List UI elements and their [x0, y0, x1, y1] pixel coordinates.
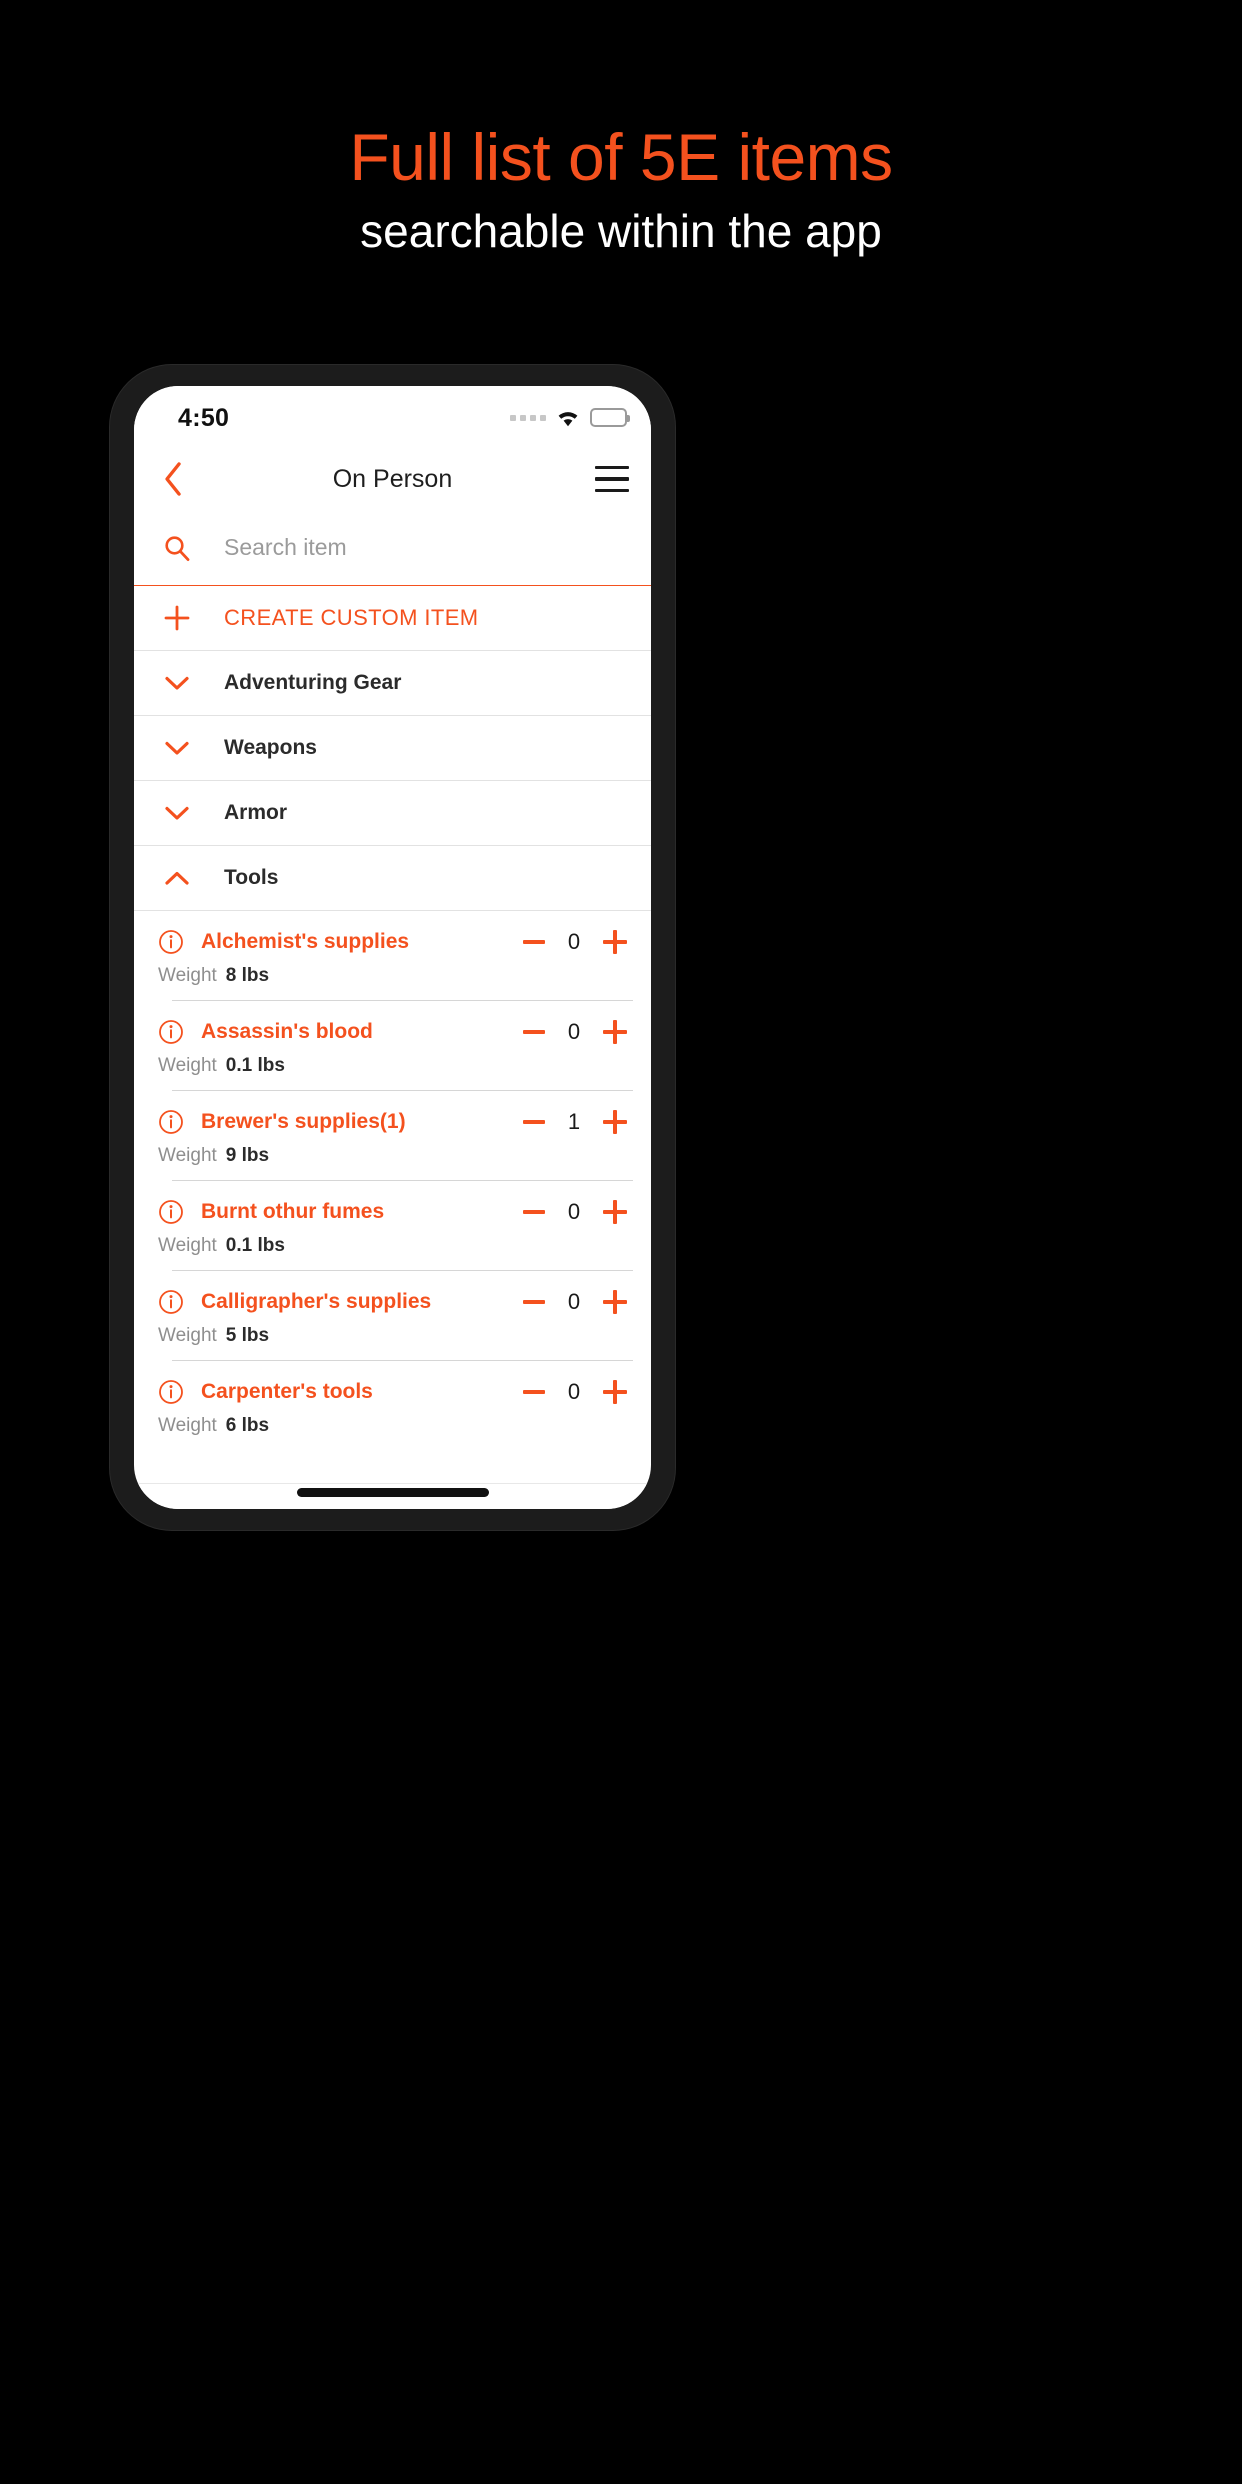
item-count: 0 — [567, 929, 581, 954]
item-count: 0 — [567, 1289, 581, 1314]
chevron-down-icon — [158, 675, 196, 692]
item-weight-label: Weight — [158, 1415, 217, 1436]
item-name: Burnt othur fumes — [201, 1200, 385, 1223]
item-weight-value: 0.1 lbs — [225, 1055, 285, 1076]
chevron-left-icon — [165, 462, 181, 496]
quantity-stepper: 0 — [523, 929, 627, 955]
signal-dots-icon — [510, 414, 546, 421]
item-name: Carpenter's tools — [201, 1380, 373, 1403]
item-weight: Weight 5 lbs — [158, 1325, 627, 1347]
back-button[interactable] — [150, 456, 196, 502]
item-weight-label: Weight — [158, 965, 217, 986]
plus-icon[interactable] — [603, 1110, 627, 1134]
create-custom-item-button[interactable]: CREATE CUSTOM ITEM — [134, 586, 651, 651]
plus-icon[interactable] — [603, 930, 627, 954]
quantity-stepper: 1 — [523, 1109, 627, 1135]
item-weight-value: 9 lbs — [225, 1145, 270, 1166]
status-bar-time: 4:50 — [178, 404, 230, 432]
item-weight: Weight 6 lbs — [158, 1415, 627, 1437]
plus-icon[interactable] — [603, 1020, 627, 1044]
info-circle-icon[interactable] — [158, 1379, 184, 1405]
minus-icon[interactable] — [523, 1390, 545, 1394]
list-item[interactable]: Burnt othur fumes 0 Weight 0.1 lbs — [134, 1181, 651, 1271]
promo-subheadline: searchable within the app — [360, 205, 882, 257]
item-weight-value: 6 lbs — [225, 1415, 270, 1436]
info-circle-icon[interactable] — [158, 1199, 184, 1225]
phone-screen: 4:50 On Person Search item CREATE CUSTOM… — [134, 386, 651, 1509]
item-weight-value: 0.1 lbs — [225, 1235, 285, 1256]
plus-icon[interactable] — [603, 1200, 627, 1224]
list-item[interactable]: Calligrapher's supplies 0 Weight 5 lbs — [134, 1271, 651, 1361]
item-weight-label: Weight — [158, 1325, 217, 1346]
item-weight: Weight 0.1 lbs — [158, 1235, 627, 1257]
hamburger-menu-icon[interactable] — [595, 466, 629, 492]
promo-screenshot: Full list of 5E items searchable within … — [0, 0, 1242, 2484]
info-circle-icon[interactable] — [158, 929, 184, 955]
chevron-up-icon — [158, 870, 196, 887]
category-label: Armor — [224, 801, 288, 824]
quantity-stepper: 0 — [523, 1199, 627, 1225]
search-input[interactable] — [224, 534, 554, 561]
info-circle-icon[interactable] — [158, 1289, 184, 1315]
info-circle-icon[interactable] — [158, 1109, 184, 1135]
item-weight-label: Weight — [158, 1235, 217, 1256]
phone-device-frame: 4:50 On Person Search item CREATE CUSTOM… — [110, 365, 675, 1530]
item-weight: Weight 9 lbs — [158, 1145, 627, 1167]
minus-icon[interactable] — [523, 940, 545, 944]
category-row-armor[interactable]: Armor — [134, 781, 651, 846]
status-bar: 4:50 — [134, 386, 651, 448]
item-weight-value: 5 lbs — [225, 1325, 270, 1346]
item-weight: Weight 0.1 lbs — [158, 1055, 627, 1077]
page-title: On Person — [332, 464, 453, 493]
home-indicator[interactable] — [296, 1488, 489, 1497]
category-row-tools[interactable]: Tools — [134, 846, 651, 911]
item-count: 0 — [567, 1199, 581, 1224]
item-list: Alchemist's supplies 0 Weight 8 lbs Assa… — [134, 911, 651, 1451]
item-weight: Weight 8 lbs — [158, 965, 627, 987]
quantity-stepper: 0 — [523, 1289, 627, 1315]
item-count: 0 — [567, 1379, 581, 1404]
item-count: 0 — [567, 1019, 581, 1044]
battery-low-icon — [590, 408, 630, 427]
category-row-weapons[interactable]: Weapons — [134, 716, 651, 781]
minus-icon[interactable] — [523, 1210, 545, 1214]
quantity-stepper: 0 — [523, 1379, 627, 1405]
promo-headline: Full list of 5E items — [349, 120, 893, 194]
item-name: Calligrapher's supplies — [201, 1290, 432, 1313]
info-circle-icon[interactable] — [158, 1019, 184, 1045]
item-name: Alchemist's supplies — [201, 930, 410, 953]
item-name: Assassin's blood — [201, 1020, 373, 1043]
list-item[interactable]: Brewer's supplies(1) 1 Weight 9 lbs — [134, 1091, 651, 1181]
quantity-stepper: 0 — [523, 1019, 627, 1045]
chevron-down-icon — [158, 740, 196, 757]
search-icon — [158, 534, 196, 562]
item-count: 1 — [567, 1109, 581, 1134]
search-bar[interactable] — [134, 510, 651, 586]
category-label: Tools — [224, 866, 279, 889]
plus-icon — [158, 605, 196, 631]
list-item[interactable]: Alchemist's supplies 0 Weight 8 lbs — [134, 911, 651, 1001]
status-bar-indicators — [510, 408, 630, 427]
wifi-icon — [555, 408, 581, 427]
category-row-adventuring-gear[interactable]: Adventuring Gear — [134, 651, 651, 716]
minus-icon[interactable] — [523, 1120, 545, 1124]
create-custom-item-label: CREATE CUSTOM ITEM — [224, 605, 479, 630]
category-label: Weapons — [224, 736, 317, 759]
minus-icon[interactable] — [523, 1300, 545, 1304]
minus-icon[interactable] — [523, 1030, 545, 1034]
item-name: Brewer's supplies(1) — [201, 1110, 406, 1133]
list-item[interactable]: Assassin's blood 0 Weight 0.1 lbs — [134, 1001, 651, 1091]
chevron-down-icon — [158, 805, 196, 822]
list-item[interactable]: Carpenter's tools 0 Weight 6 lbs — [134, 1361, 651, 1451]
category-label: Adventuring Gear — [224, 671, 402, 694]
item-weight-label: Weight — [158, 1055, 217, 1076]
nav-bar: On Person — [134, 448, 651, 510]
plus-icon[interactable] — [603, 1290, 627, 1314]
plus-icon[interactable] — [603, 1380, 627, 1404]
item-weight-value: 8 lbs — [225, 965, 270, 986]
item-weight-label: Weight — [158, 1145, 217, 1166]
